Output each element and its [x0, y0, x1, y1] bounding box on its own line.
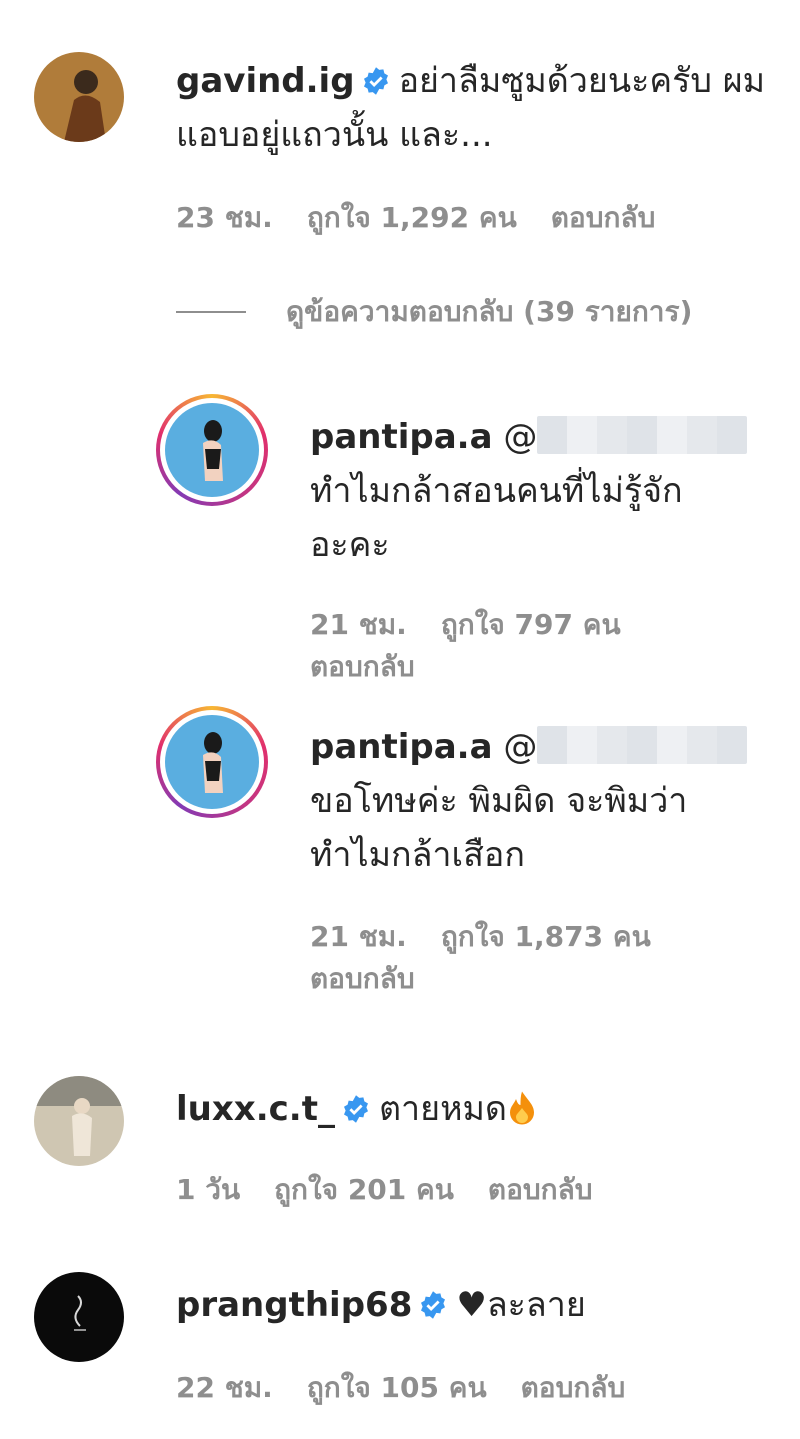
- verified-badge-icon: [421, 1291, 446, 1319]
- reply-button[interactable]: ตอบกลับ: [488, 1173, 593, 1206]
- avatar-luxx[interactable]: [34, 1076, 124, 1166]
- avatar-gavind[interactable]: [34, 52, 124, 142]
- comment-body: luxx.c.t_ ตายหมด: [176, 1082, 766, 1136]
- reply-button[interactable]: ตอบกลับ: [521, 1371, 626, 1404]
- comment-meta: 1 วัน ถูกใจ 201 คน ตอบกลับ: [176, 1170, 627, 1210]
- reply-meta: 21 ชม. ถูกใจ 797 คน ตอบกลับ: [310, 604, 655, 688]
- reply-text-line2: อะคะ: [310, 525, 390, 565]
- username[interactable]: gavind.ig: [176, 61, 355, 101]
- comment-text: ♥ละลาย: [456, 1285, 586, 1325]
- like-count[interactable]: ถูกใจ 1,292 คน: [307, 201, 517, 234]
- like-count[interactable]: ถูกใจ 1,873 คน: [441, 920, 651, 953]
- blurred-mention: [537, 726, 748, 764]
- comment-meta: 22 ชม. ถูกใจ 105 คน ตอบกลับ: [176, 1368, 659, 1408]
- verified-badge-icon: [363, 67, 388, 95]
- mention[interactable]: @: [503, 727, 537, 767]
- avatar-pantipa[interactable]: [156, 394, 268, 506]
- comment-body: gavind.ig อย่าลืมซูมด้วยนะครับ ผมแอบอยู่แ…: [176, 54, 766, 162]
- blurred-mention: [537, 416, 748, 454]
- username[interactable]: pantipa.a: [310, 727, 493, 767]
- like-count[interactable]: ถูกใจ 797 คน: [441, 608, 621, 641]
- like-count[interactable]: ถูกใจ 201 คน: [274, 1173, 454, 1206]
- comment-text: ตายหมด: [378, 1089, 507, 1129]
- reply-button[interactable]: ตอบกลับ: [551, 201, 656, 234]
- divider-line: [176, 311, 246, 313]
- comment-time: 22 ชม.: [176, 1371, 273, 1404]
- comment-time: 1 วัน: [176, 1173, 241, 1206]
- username[interactable]: prangthip68: [176, 1285, 412, 1325]
- reply-text-line1: ขอโทษค่ะ พิมผิด จะพิมว่า: [310, 781, 688, 821]
- reply-button[interactable]: ตอบกลับ: [310, 962, 415, 995]
- comment-time: 23 ชม.: [176, 201, 273, 234]
- verified-badge-icon: [343, 1095, 368, 1123]
- reply-time: 21 ชม.: [310, 608, 407, 641]
- avatar-prangthip[interactable]: [34, 1272, 124, 1362]
- reply-body: pantipa.a @ ขอโทษค่ะ พิมผิด จะพิมว่า ทำไ…: [310, 720, 780, 882]
- comment-meta: 23 ชม. ถูกใจ 1,292 คน ตอบกลับ: [176, 198, 689, 238]
- reply-body: pantipa.a @ ทำไมกล้าสอนคนที่ไม่รู้จัก อะ…: [310, 410, 780, 572]
- mention[interactable]: @: [503, 417, 537, 457]
- like-count[interactable]: ถูกใจ 105 คน: [307, 1371, 487, 1404]
- fire-emoji-icon: [509, 1091, 534, 1125]
- reply-text-line2: ทำไมกล้าเสือก: [310, 835, 525, 875]
- username[interactable]: luxx.c.t_: [176, 1089, 335, 1129]
- view-replies-button[interactable]: ดูข้อความตอบกลับ (39 รายการ): [176, 292, 692, 332]
- reply-time: 21 ชม.: [310, 920, 407, 953]
- reply-button[interactable]: ตอบกลับ: [310, 650, 415, 683]
- username[interactable]: pantipa.a: [310, 417, 493, 457]
- avatar-pantipa[interactable]: [156, 706, 268, 818]
- comment-body: prangthip68 ♥ละลาย: [176, 1278, 766, 1332]
- reply-meta: 21 ชม. ถูกใจ 1,873 คน ตอบกลับ: [310, 916, 685, 1000]
- view-replies-label: ดูข้อความตอบกลับ (39 รายการ): [286, 295, 693, 328]
- reply-text-line1: ทำไมกล้าสอนคนที่ไม่รู้จัก: [310, 471, 683, 511]
